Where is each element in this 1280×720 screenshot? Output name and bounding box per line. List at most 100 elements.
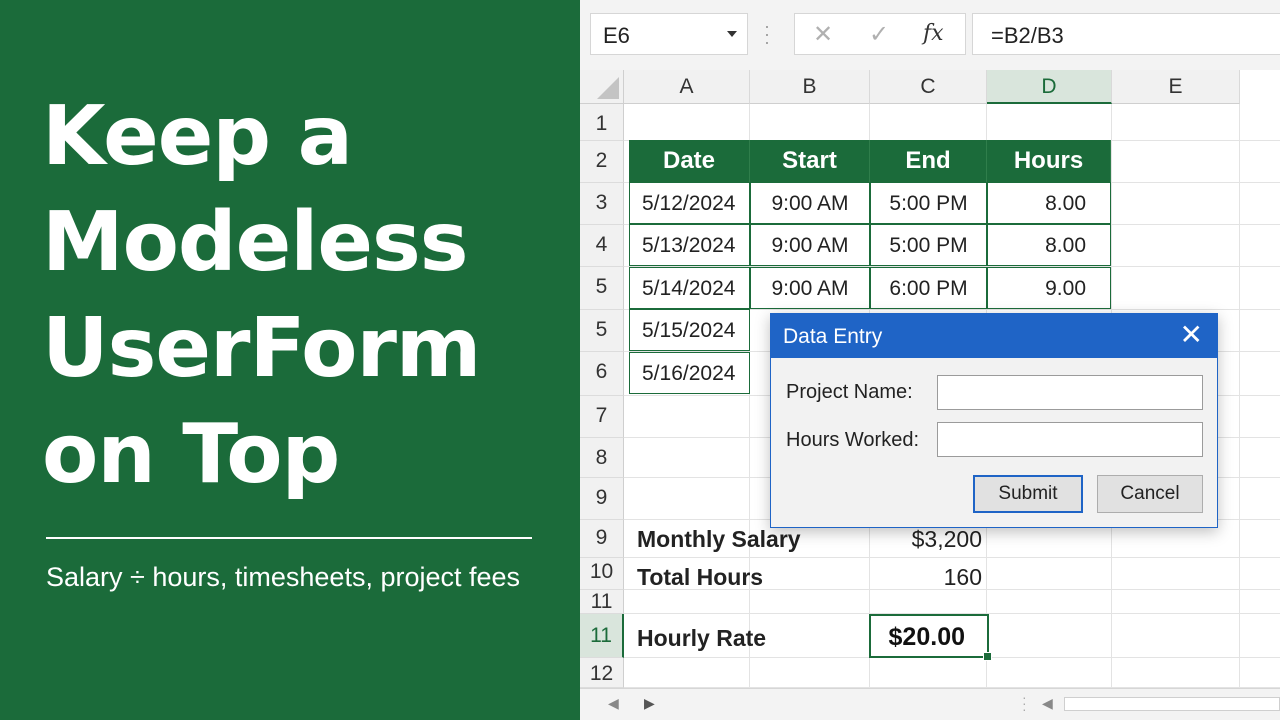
row-header[interactable]: 5 (580, 267, 624, 310)
formula-input[interactable]: =B2/B3 (972, 13, 1280, 55)
gridline (1239, 104, 1240, 688)
row-number: 3 (595, 191, 608, 214)
drag-handle-icon[interactable]: · · · (764, 17, 770, 51)
gridline (624, 557, 1280, 558)
sheet-footer: ◀ ▶ · · · ◀ (580, 688, 1280, 720)
row-number: 9 (595, 486, 608, 509)
row-header[interactable]: 11 (580, 590, 624, 614)
hourly-rate-value: $20.00 (888, 623, 965, 651)
table-cell[interactable]: 5/16/2024 (629, 351, 750, 394)
column-header[interactable]: D (987, 70, 1112, 104)
row-header[interactable]: 7 (580, 396, 624, 438)
column-header[interactable]: E (1112, 70, 1240, 104)
column-header[interactable]: B (750, 70, 870, 104)
table-cell[interactable]: 5/12/2024 (629, 182, 750, 224)
table-cell[interactable]: 5:00 PM (870, 182, 987, 224)
scroll-left-icon[interactable]: ◀ (608, 695, 619, 712)
table-cell[interactable]: 9.00 (987, 266, 1111, 309)
table-cell[interactable]: 9:00 AM (750, 266, 870, 309)
hours-worked-input[interactable] (937, 422, 1203, 457)
column-header[interactable]: A (624, 70, 750, 104)
insert-function-icon[interactable]: fx (923, 21, 944, 46)
table-cell[interactable]: 9:00 AM (750, 182, 870, 224)
horizontal-scrollbar[interactable] (1064, 697, 1280, 711)
row-header[interactable]: 9 (580, 478, 624, 520)
table-header-cell[interactable]: End (870, 140, 987, 182)
table-header-cell[interactable]: Date (629, 140, 750, 182)
drag-handle-icon[interactable]: · · · (1022, 690, 1027, 716)
monthly-salary-value[interactable]: $3,200 (870, 526, 982, 553)
row-number: 11 (590, 590, 613, 613)
select-all-corner[interactable] (580, 70, 624, 104)
table-cell[interactable]: 5/13/2024 (629, 224, 750, 267)
total-hours-value[interactable]: 160 (870, 564, 982, 591)
headline-line: UserForm (42, 301, 481, 396)
select-all-icon (597, 77, 619, 99)
row-number: 8 (595, 446, 608, 469)
row-number: 10 (589, 560, 614, 583)
row-number: 5 (595, 318, 608, 341)
row-header[interactable]: 6 (580, 352, 624, 396)
row-header[interactable]: 9 (580, 520, 624, 558)
row-number: 5 (595, 275, 608, 298)
table-cell[interactable]: 5/15/2024 (629, 309, 750, 352)
row-number: 1 (595, 112, 608, 135)
table-header-cell[interactable]: Hours (987, 140, 1111, 182)
formula-buttons: ✕ ✓ fx (794, 13, 966, 55)
hourly-rate-label: Hourly Rate (637, 625, 767, 651)
project-name-input[interactable] (937, 375, 1203, 410)
headline-line: on Top (42, 407, 340, 502)
row-number: 7 (595, 404, 608, 427)
table-cell[interactable]: 8.00 (987, 182, 1111, 224)
row-number: 6 (595, 360, 608, 383)
total-hours-label: Total Hours (637, 564, 764, 590)
chevron-down-icon[interactable] (727, 31, 737, 37)
row-header[interactable]: 5 (580, 310, 624, 352)
confirm-edit-icon[interactable]: ✓ (869, 20, 889, 49)
submit-button[interactable]: Submit (973, 475, 1083, 513)
formula-value: =B2/B3 (991, 23, 1064, 48)
table-cell[interactable]: 8.00 (987, 224, 1111, 267)
row-number: 4 (595, 233, 608, 256)
table-cell[interactable]: 5:00 PM (870, 224, 987, 267)
close-icon[interactable]: ✕ (1180, 320, 1203, 350)
row-number: 11 (590, 624, 612, 647)
row-header[interactable]: 8 (580, 438, 624, 478)
name-box[interactable]: E6 (590, 13, 748, 55)
banner-divider (46, 537, 532, 539)
row-header[interactable]: 2 (580, 141, 624, 183)
headline-line: Keep a (42, 89, 353, 184)
monthly-salary-label: Monthly Salary (637, 526, 801, 552)
table-cell[interactable]: 5/14/2024 (629, 266, 750, 309)
name-box-value: E6 (603, 23, 630, 48)
table-cell[interactable]: 6:00 PM (870, 266, 987, 309)
row-number: 2 (595, 149, 608, 172)
column-header[interactable]: C (870, 70, 987, 104)
hourly-rate-cell[interactable]: $20.00 (869, 614, 992, 661)
cancel-button[interactable]: Cancel (1097, 475, 1203, 513)
row-header[interactable]: 11 (580, 614, 624, 658)
headline-line: Modeless (42, 195, 469, 290)
fill-handle[interactable] (983, 652, 992, 661)
row-header[interactable]: 3 (580, 183, 624, 225)
cancel-edit-icon[interactable]: ✕ (813, 20, 833, 49)
table-cell[interactable]: 9:00 AM (750, 224, 870, 267)
headline: Keep a Modeless UserForm on Top (42, 84, 562, 508)
userform-titlebar[interactable]: Data Entry ✕ (771, 314, 1217, 358)
row-header[interactable]: 10 (580, 558, 624, 590)
hscroll-left-icon[interactable]: ◀ (1042, 695, 1053, 712)
row-header[interactable]: 1 (580, 104, 624, 141)
hours-worked-label: Hours Worked: (786, 429, 920, 451)
banner-subtitle: Salary ÷ hours, timesheets, project fees (46, 562, 521, 592)
row-header[interactable]: 12 (580, 658, 624, 688)
scroll-right-icon[interactable]: ▶ (644, 695, 655, 712)
title-banner: Keep a Modeless UserForm on Top Salary ÷… (0, 0, 580, 720)
row-header[interactable]: 4 (580, 225, 624, 267)
userform-title: Data Entry (783, 325, 883, 348)
project-name-label: Project Name: (786, 381, 913, 403)
row-number: 9 (595, 526, 608, 549)
formula-bar: E6 · · · ✕ ✓ fx =B2/B3 (580, 0, 1280, 70)
table-header-cell[interactable]: Start (750, 140, 870, 182)
data-entry-userform: Data Entry ✕ Project Name: Hours Worked:… (770, 313, 1218, 528)
row-number: 12 (589, 662, 614, 685)
